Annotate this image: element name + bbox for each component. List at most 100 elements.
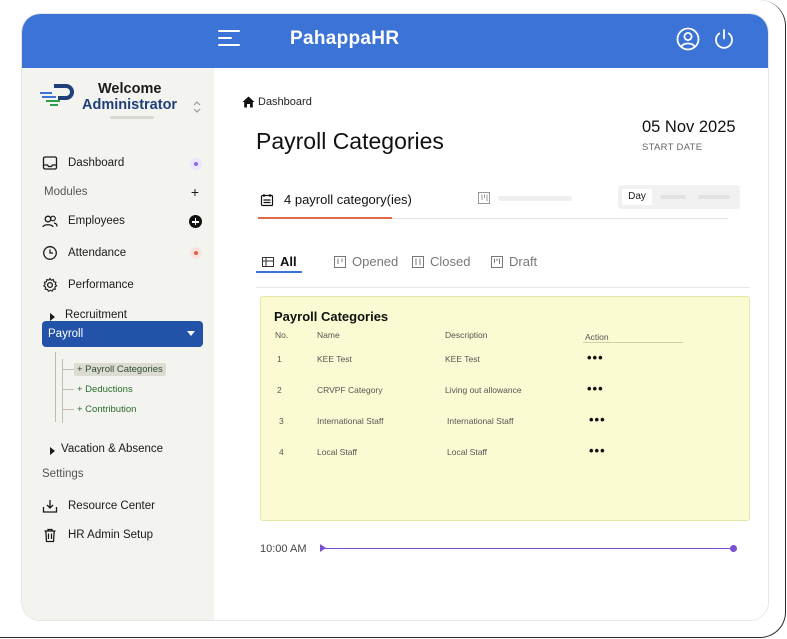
payroll-categories-table: Payroll Categories No. Name Description … <box>260 296 750 521</box>
status-badge <box>190 158 202 170</box>
sidebar-item-label: Attendance <box>68 247 127 259</box>
calendar-icon <box>260 193 274 206</box>
download-tray-icon <box>42 500 58 513</box>
sidebar-item-label: Performance <box>68 279 134 291</box>
category-count: 4 payroll category(ies) <box>260 192 412 207</box>
sidebar-item-label: Employees <box>68 215 125 227</box>
column-header-action: Action <box>585 332 609 342</box>
sidebar-item-payroll[interactable]: Payroll <box>42 321 203 347</box>
kanban-icon <box>491 255 503 268</box>
cell-description: KEE Test <box>445 354 480 364</box>
category-underline <box>258 217 392 219</box>
tab-label: Draft <box>509 254 538 269</box>
sidebar: Welcome Administrator Dashboard Modules … <box>22 68 214 620</box>
start-date-value[interactable]: 05 Nov 2025 <box>642 118 736 137</box>
submenu-contribution[interactable]: + Contribution <box>77 404 136 415</box>
cell-description: Living out allowance <box>445 385 522 395</box>
submenu-deductions[interactable]: + Deductions <box>77 384 133 395</box>
sidebar-item-attendance[interactable]: Attendance <box>42 245 126 261</box>
tree-branch <box>62 389 74 390</box>
sidebar-item-vacation[interactable]: Vacation & Absence <box>61 443 163 455</box>
tab-all[interactable]: All <box>262 254 297 269</box>
column-header-description: Description <box>445 330 488 340</box>
add-employee-button[interactable] <box>189 215 202 228</box>
segment-day-button[interactable]: Day <box>622 189 652 205</box>
inbox-icon <box>42 156 58 170</box>
breadcrumb-label: Dashboard <box>258 96 312 108</box>
cell-name: International Staff <box>317 416 384 426</box>
segment-placeholder[interactable] <box>698 195 730 199</box>
tab-closed[interactable]: Closed <box>412 254 470 269</box>
cell-no: 4 <box>279 447 284 457</box>
header-divider <box>583 342 683 343</box>
column-header-no: No. <box>275 330 289 340</box>
start-date-label: START DATE <box>642 142 703 153</box>
segment-placeholder[interactable] <box>660 195 686 199</box>
sidebar-item-hr-admin-setup[interactable]: HR Admin Setup <box>42 527 153 543</box>
tab-opened[interactable]: Opened <box>334 254 398 269</box>
category-count-text: 4 payroll category(ies) <box>284 192 412 207</box>
sidebar-item-label: Payroll <box>48 328 84 340</box>
status-badge <box>190 247 202 259</box>
row-actions-button[interactable]: ••• <box>587 381 604 396</box>
submenu-payroll-categories[interactable]: + Payroll Categories <box>74 363 166 376</box>
clock-icon <box>43 246 57 260</box>
top-bar: PahappaHR <box>22 14 768 68</box>
sidebar-item-resource-center[interactable]: Resource Center <box>42 498 155 514</box>
row-actions-button[interactable]: ••• <box>589 443 606 458</box>
user-role: Administrator <box>82 97 178 113</box>
brand-title: PahappaHR <box>290 28 400 49</box>
sidebar-item-label: Resource Center <box>68 500 155 512</box>
caret-right-icon <box>50 313 55 321</box>
sidebar-item-label: Recruitment <box>65 309 127 321</box>
cell-description: Local Staff <box>447 447 488 457</box>
users-icon <box>42 215 58 228</box>
sidebar-item-label: Vacation & Absence <box>61 443 164 455</box>
tab-label: All <box>280 254 297 269</box>
tab-draft[interactable]: Draft <box>491 254 537 269</box>
sidebar-item-recruitment[interactable]: Recruitment <box>65 309 127 321</box>
kanban-icon <box>478 192 490 204</box>
home-icon <box>242 96 255 108</box>
sidebar-item-performance[interactable]: Performance <box>42 277 134 293</box>
chevron-updown-icon[interactable] <box>192 99 202 115</box>
cell-name: CRVPF Category <box>317 385 383 395</box>
sidebar-item-dashboard[interactable]: Dashboard <box>42 155 124 171</box>
view-segment-control: Day <box>618 185 740 209</box>
power-icon[interactable] <box>711 26 737 52</box>
cell-description: International Staff <box>447 416 514 426</box>
cell-no: 2 <box>277 385 282 395</box>
tree-branch <box>62 369 74 370</box>
caret-right-icon <box>50 447 55 455</box>
app-window: PahappaHR Welcome Administrator Dashboar… <box>22 14 768 620</box>
timeline-time: 10:00 AM <box>260 543 307 555</box>
cell-no: 3 <box>279 416 284 426</box>
gear-icon <box>42 277 58 293</box>
active-tab-underline <box>256 271 302 273</box>
add-module-button[interactable]: + <box>188 185 202 200</box>
kanban-icon <box>334 255 346 268</box>
table-title: Payroll Categories <box>274 309 389 324</box>
tree-branch <box>62 409 74 410</box>
timeline-end-handle[interactable] <box>730 545 737 552</box>
tab-label: Opened <box>352 254 399 269</box>
sidebar-item-employees[interactable]: Employees <box>42 213 125 229</box>
breadcrumb[interactable]: Dashboard <box>242 96 312 108</box>
row-actions-button[interactable]: ••• <box>589 412 606 427</box>
kanban-icon <box>412 255 424 268</box>
hamburger-menu-icon[interactable] <box>218 28 240 48</box>
role-underline <box>110 116 154 119</box>
tab-label: Closed <box>430 254 471 269</box>
cell-name: Local Staff <box>317 447 358 457</box>
trash-icon <box>44 528 56 543</box>
tree-line <box>55 352 56 422</box>
caret-down-icon <box>187 331 195 336</box>
cell-no: 1 <box>277 354 282 364</box>
company-logo <box>40 84 74 106</box>
user-circle-icon[interactable] <box>675 26 701 52</box>
row-actions-button[interactable]: ••• <box>587 350 604 365</box>
cell-name: KEE Test <box>317 354 352 364</box>
placeholder-bar <box>498 196 572 201</box>
page-title: Payroll Categories <box>256 128 444 154</box>
timeline-line <box>324 548 734 549</box>
